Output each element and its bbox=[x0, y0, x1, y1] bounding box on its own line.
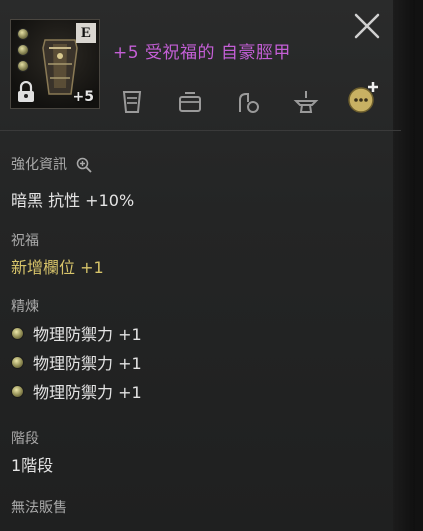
chest-icon[interactable] bbox=[176, 88, 204, 116]
gem-icon bbox=[11, 355, 24, 369]
blessing-value: 新增欄位 +1 bbox=[11, 258, 104, 277]
hand-bag-icon[interactable] bbox=[234, 88, 262, 116]
enhance-level-badge: +5 bbox=[72, 89, 94, 105]
blessing-label: 祝福 bbox=[11, 233, 39, 249]
grade-badge: E bbox=[76, 23, 96, 43]
tier-value: 1階段 bbox=[11, 456, 54, 475]
item-title: +5 受祝福的 自豪脛甲 bbox=[113, 43, 291, 63]
tier-label: 階段 bbox=[11, 431, 39, 447]
refine-stat-text: 物理防禦力 +1 bbox=[33, 354, 142, 373]
refine-stat-text: 物理防禦力 +1 bbox=[33, 383, 142, 402]
item-tooltip-panel: E +5 +5 受祝福的 自豪脛甲 強化資訊 暗黑 抗性 +10% 祝福 新增欄… bbox=[0, 0, 423, 531]
refine-stat-row: 物理防禦力 +1 bbox=[11, 379, 142, 403]
close-icon[interactable] bbox=[353, 12, 381, 40]
refine-stat-text: 物理防禦力 +1 bbox=[33, 325, 142, 344]
enhance-info-label: 強化資訊 bbox=[11, 154, 93, 174]
refine-stat-row: 物理防禦力 +1 bbox=[11, 350, 142, 374]
armor-icon[interactable] bbox=[118, 88, 146, 116]
header-divider bbox=[0, 130, 401, 131]
refine-label: 精煉 bbox=[11, 299, 39, 315]
chat-plus-icon[interactable] bbox=[345, 80, 381, 116]
socket-gem-icon bbox=[17, 44, 29, 56]
enhance-info-label-text: 強化資訊 bbox=[11, 157, 67, 173]
panel-edge bbox=[393, 0, 415, 531]
gem-icon bbox=[11, 384, 24, 398]
socket-gem-icon bbox=[17, 28, 29, 40]
unsellable-label: 無法販售 bbox=[11, 500, 67, 516]
action-icon-row bbox=[118, 88, 350, 116]
lock-icon bbox=[18, 81, 34, 102]
zoom-in-icon[interactable] bbox=[76, 157, 93, 173]
greaves-armor-icon bbox=[42, 39, 78, 95]
refine-stat-row: 物理防禦力 +1 bbox=[11, 321, 142, 345]
item-icon-slot[interactable]: E +5 bbox=[10, 19, 100, 109]
enhance-stat: 暗黑 抗性 +10% bbox=[11, 191, 135, 210]
socket-gem-icon bbox=[17, 60, 29, 72]
gem-icon bbox=[11, 326, 24, 340]
anvil-icon[interactable] bbox=[292, 88, 320, 116]
